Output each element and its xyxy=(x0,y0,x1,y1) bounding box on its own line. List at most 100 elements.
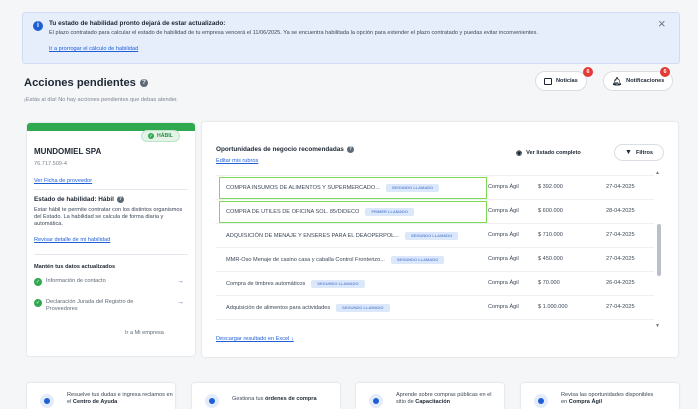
row-name[interactable]: Compra de timbres automáticos SEGUNDO LLA… xyxy=(226,280,365,288)
bell-icon: 🔔︎ xyxy=(612,76,623,86)
row-tag: SEGUNDO LLAMADO xyxy=(404,232,459,240)
prorrogar-link[interactable]: Ir a prorrogar el cálculo de habilidad xyxy=(49,46,138,52)
row-amount: $ 392.000 xyxy=(538,184,563,190)
scrollbar-thumb[interactable] xyxy=(657,224,661,276)
row-tag: SEGUNDO LLAMADO xyxy=(390,256,445,264)
row-date: 27-04-2025 xyxy=(606,232,635,238)
filtros-button[interactable]: ▼ Filtros xyxy=(614,144,665,161)
row-type: Compra Ágil xyxy=(488,232,519,238)
capacitacion-text-bold: Capacitación xyxy=(415,399,451,405)
row-name[interactable]: COMPRA DE UTILES DE OFICINA SOL. 85/DIDE… xyxy=(226,208,415,216)
row-tag: SEGUNDO LLAMADO xyxy=(385,184,440,192)
detalle-habilidad-link[interactable]: Revisar detalle de mi habilidad xyxy=(34,237,110,243)
estado-description: Estar hábil te permite contratar con los… xyxy=(34,207,183,227)
ver-listado-button[interactable]: ◉ Ver listado completo xyxy=(508,144,589,161)
ordenes-text-bold: órdenes de compra xyxy=(264,396,317,402)
help-icon[interactable]: ? xyxy=(116,196,124,203)
row-amount: $ 70.000 xyxy=(538,280,560,286)
close-icon[interactable]: × xyxy=(658,16,666,31)
filtros-label: Filtros xyxy=(635,149,654,156)
page-title: Acciones pendientes ? xyxy=(24,77,148,89)
compra-agil-text: Revisa las oportunidades disponibles en … xyxy=(561,392,661,406)
row-name[interactable]: ADQUISICIÓN DE MENAJE Y ENSERES PARA EL … xyxy=(226,232,459,240)
page-subtitle: ¡Estás al día! No hay acciones pendiente… xyxy=(24,97,178,103)
row-type: Compra Ágil xyxy=(488,304,519,310)
row-type: Compra Ágil xyxy=(488,208,519,214)
descargar-excel-label: Descargar resultado en Excel xyxy=(216,336,290,342)
divider xyxy=(34,254,188,255)
newspaper-icon xyxy=(544,77,552,85)
row-name[interactable]: Adquisición de alimentos para actividade… xyxy=(226,304,390,312)
company-rut: 76.717.509-4 xyxy=(34,161,67,167)
ordenes-text: Gestiona tus órdenes de compra xyxy=(232,396,317,403)
arrow-right-icon: → xyxy=(177,278,184,285)
divider xyxy=(34,189,188,190)
noticias-badge: 6 xyxy=(583,67,593,77)
row-name[interactable]: MMR-Oso Menaje de casino casa y caballa … xyxy=(226,256,445,264)
row-tag: SEGUNDO LLAMADO xyxy=(336,304,390,312)
row-tag: SEGUNDO LLAMADO xyxy=(311,280,365,288)
row-name-text: MMR-Oso Menaje de casino casa y caballa … xyxy=(226,257,385,263)
user-icon xyxy=(369,394,383,408)
row-name-text: Compra de timbres automáticos xyxy=(226,281,306,287)
row-amount: $ 1.000.000 xyxy=(538,304,568,310)
eye-icon: ◉ xyxy=(516,149,523,157)
table-row[interactable]: COMPRA INSUMOS DE ALIMENTOS Y SUPERMERCA… xyxy=(216,176,654,200)
table-row[interactable]: Compra de timbres automáticos SEGUNDO LLA… xyxy=(216,272,654,296)
ayuda-text-bold: Centro de Ayuda xyxy=(72,399,118,405)
contacto-item[interactable]: ✓ Información de contacto → xyxy=(34,278,184,286)
noticias-button[interactable]: Noticias 6 xyxy=(535,67,593,91)
row-name-text: ADQUISICIÓN DE MENAJE Y ENSERES PARA EL … xyxy=(226,233,399,239)
table-row[interactable]: COMPRA DE UTILES DE OFICINA SOL. 85/DIDE… xyxy=(216,200,654,224)
capacitacion-card[interactable]: Aprende sobre compras públicas en el sit… xyxy=(356,383,504,409)
ver-listado-label: Ver listado completo xyxy=(526,149,581,156)
opportunities-card: Oportunidades de negocio recomendadas ? … xyxy=(202,122,678,357)
document-icon xyxy=(205,394,219,408)
estado-title-text: Estado de habilidad: Hábil xyxy=(34,196,114,203)
check-icon: ✓ xyxy=(148,133,154,139)
descargar-excel-link[interactable]: Descargar resultado en Excel ↓ xyxy=(216,336,294,342)
row-name-text: Adquisición de alimentos para actividade… xyxy=(226,305,331,311)
ordenes-card[interactable]: Gestiona tus órdenes de compra xyxy=(192,383,340,409)
page-title-text: Acciones pendientes xyxy=(24,77,136,89)
table-row-partial: COMPRA DE ARTICULOS PARA ACTIVIDADES ...… xyxy=(216,166,654,176)
notificaciones-button[interactable]: 🔔︎ Notificaciones 6 xyxy=(603,67,674,91)
mi-empresa-link[interactable]: Ir a Mi empresa xyxy=(125,330,164,336)
help-icon[interactable]: ? xyxy=(346,146,354,153)
estado-title: Estado de habilidad: Hábil ? xyxy=(34,196,124,203)
declaracion-item[interactable]: ✓ Declaración Jurada del Registro de Pro… xyxy=(34,299,184,313)
table-row[interactable]: ADQUISICIÓN DE MENAJE Y ENSERES PARA EL … xyxy=(216,224,654,248)
alert-title: Tu estado de habilidad pronto dejará de … xyxy=(49,20,226,27)
capacitacion-text: Aprende sobre compras públicas en el sit… xyxy=(396,392,496,406)
table-row[interactable]: MMR-Oso Menaje de casino casa y caballa … xyxy=(216,248,654,272)
compra-agil-text-bold: Compra Ágil xyxy=(568,399,603,405)
status-label: HÁBIL xyxy=(157,133,173,139)
info-icon: i xyxy=(33,21,43,31)
company-name: MUNDOMIEL SPA xyxy=(34,147,102,156)
row-date: 26-04-2025 xyxy=(606,280,635,286)
row-name[interactable]: COMPRA INSUMOS DE ALIMENTOS Y SUPERMERCA… xyxy=(226,184,440,192)
row-type: Compra Ágil xyxy=(488,280,519,286)
row-date: 28-04-2025 xyxy=(606,208,635,214)
filter-icon: ▼ xyxy=(625,149,632,156)
ayuda-card[interactable]: Resuelve tus dudas e ingresa reclamos en… xyxy=(27,383,175,409)
company-card: ✓ HÁBIL MUNDOMIEL SPA 76.717.509-4 Ver F… xyxy=(27,123,195,356)
row-type: Compra Ágil xyxy=(488,256,519,262)
table-row[interactable]: Adquisición de alimentos para actividade… xyxy=(216,296,654,320)
status-badge: ✓ HÁBIL xyxy=(141,130,180,142)
row-date: 27-04-2025 xyxy=(606,184,635,190)
editar-rubros-link[interactable]: Editar mis rubros xyxy=(216,158,258,164)
row-name-text: COMPRA INSUMOS DE ALIMENTOS Y SUPERMERCA… xyxy=(226,185,380,191)
row-date: 27-04-2025 xyxy=(606,304,635,310)
opportunities-title-text: Oportunidades de negocio recomendadas xyxy=(216,146,344,153)
scroll-down-icon[interactable]: ▼ xyxy=(655,323,660,329)
row-name-text: COMPRA DE UTILES DE OFICINA SOL. 85/DIDE… xyxy=(226,209,360,215)
help-circle-icon xyxy=(40,394,54,408)
opportunities-title: Oportunidades de negocio recomendadas ? xyxy=(216,146,354,153)
compra-agil-card[interactable]: Revisa las oportunidades disponibles en … xyxy=(521,383,679,409)
mantener-title: Mantén tus datos actualizados xyxy=(34,264,116,270)
ficha-proveedor-link[interactable]: Ver Ficha de proveedor xyxy=(34,178,92,184)
lightning-icon xyxy=(534,394,548,408)
help-icon[interactable]: ? xyxy=(139,79,148,87)
scroll-up-icon[interactable]: ▲ xyxy=(655,170,660,176)
